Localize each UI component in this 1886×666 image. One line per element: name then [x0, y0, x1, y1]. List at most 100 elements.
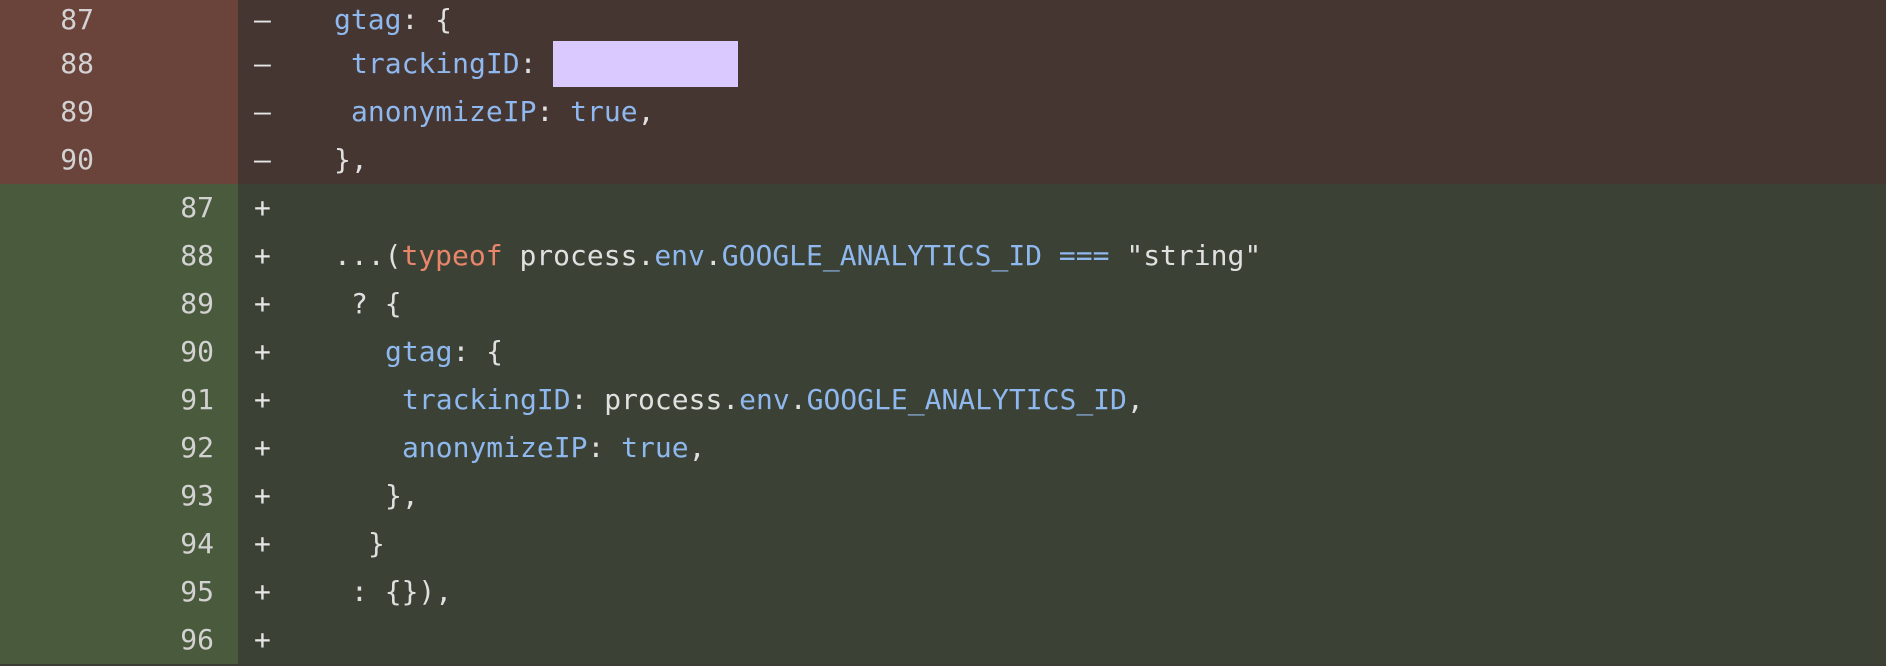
redacted-value — [553, 41, 739, 87]
property-token: gtag — [334, 3, 402, 36]
code-text: trackingID: — [300, 40, 739, 88]
added-line: 89 + ? { — [0, 280, 1886, 328]
code-token: . — [789, 383, 807, 416]
line-number-gutter: 91 — [0, 376, 238, 424]
code-token: "string" — [1109, 239, 1262, 272]
property-token: GOOGLE_ANALYTICS_ID — [721, 239, 1043, 272]
new-line-number: 92 — [180, 431, 214, 464]
added-line: 96 + — [0, 616, 1886, 664]
property-token: trackingID — [402, 383, 571, 416]
property-token: env — [654, 239, 705, 272]
code-token: }, — [334, 143, 368, 176]
deleted-line: 90 –}, — [0, 136, 1886, 184]
deleted-line: 88– trackingID: — [0, 40, 1886, 88]
line-number-gutter: 96 — [0, 616, 238, 664]
plus-marker: + — [254, 431, 271, 464]
code-text: gtag: { — [300, 328, 503, 376]
new-line-number: 93 — [180, 479, 214, 512]
property-token: === — [1058, 239, 1110, 272]
plus-marker: + — [254, 479, 271, 512]
added-line: 92 + anonymizeIP: true, — [0, 424, 1886, 472]
code-token: : { — [452, 335, 504, 368]
new-line-number: 91 — [180, 383, 214, 416]
new-line-number: 96 — [180, 623, 214, 656]
property-token: gtag — [385, 335, 453, 368]
line-number-gutter: 89 — [0, 280, 238, 328]
property-token: trackingID — [351, 47, 520, 80]
old-line-number: 87 — [60, 3, 94, 36]
code-token: : { — [401, 3, 453, 36]
new-line-number: 94 — [180, 527, 214, 560]
line-number-gutter: 87 — [0, 184, 238, 232]
minus-marker: – — [254, 3, 271, 36]
added-line: 87 + — [0, 184, 1886, 232]
line-number-gutter: 87 — [0, 0, 238, 40]
added-line: 90 + gtag: { — [0, 328, 1886, 376]
line-number-gutter: 93 — [0, 472, 238, 520]
line-number-gutter: 88 — [0, 40, 238, 88]
code-text: }, — [300, 136, 368, 184]
new-line-number: 90 — [180, 335, 214, 368]
line-number-gutter: 92 — [0, 424, 238, 472]
new-line-number: 89 — [180, 287, 214, 320]
diff-view: 87– gtag: {88– trackingID: 89– anonymizeIP:… — [0, 0, 1886, 666]
deleted-line: 87– gtag: { — [0, 0, 1886, 40]
added-line: 93 +}, — [0, 472, 1886, 520]
code-token: }, — [385, 479, 419, 512]
old-line-number: 90 — [60, 143, 94, 176]
minus-marker: – — [254, 143, 271, 176]
code-text: ? { — [300, 280, 402, 328]
line-number-gutter: 90 — [0, 328, 238, 376]
code-text: trackingID: process.env.GOOGLE_ANALYTICS… — [300, 376, 1144, 424]
code-token: : — [587, 431, 622, 464]
added-line: 88 + ...(typeof process.env.GOOGLE_ANALYTI… — [0, 232, 1886, 280]
old-line-number: 88 — [60, 47, 94, 80]
new-line-number: 88 — [180, 239, 214, 272]
property-token: anonymizeIP — [402, 431, 588, 464]
minus-marker: – — [254, 95, 271, 128]
property-token: true — [621, 431, 689, 464]
code-text: gtag: { — [300, 0, 452, 40]
added-line: 91 + trackingID: process.env.GOOGLE_ANALYT… — [0, 376, 1886, 424]
keyword-token: typeof — [401, 239, 503, 272]
code-token: : process. — [570, 383, 740, 416]
code-text: anonymizeIP: true, — [300, 88, 654, 136]
code-token: : — [536, 95, 571, 128]
plus-marker: + — [254, 383, 271, 416]
plus-marker: + — [254, 575, 271, 608]
code-text: anonymizeIP: true, — [300, 424, 705, 472]
new-line-number: 95 — [180, 575, 214, 608]
property-token: GOOGLE_ANALYTICS_ID — [806, 383, 1127, 416]
plus-marker: + — [254, 239, 271, 272]
plus-marker: + — [254, 335, 271, 368]
property-token: env — [739, 383, 790, 416]
plus-marker: + — [254, 623, 271, 656]
old-line-number: 89 — [60, 95, 94, 128]
plus-marker: + — [254, 191, 271, 224]
line-number-gutter: 90 — [0, 136, 238, 184]
plus-marker: + — [254, 287, 271, 320]
code-text: }, — [300, 472, 419, 520]
code-token: : — [519, 47, 554, 80]
line-number-gutter: 94 — [0, 520, 238, 568]
code-token: } — [368, 527, 385, 560]
minus-marker: – — [254, 47, 271, 80]
deleted-line: 89– anonymizeIP: true, — [0, 88, 1886, 136]
code-token: , — [1126, 383, 1144, 416]
added-line: 95 + : {}), — [0, 568, 1886, 616]
code-token: process. — [502, 239, 655, 272]
property-token: true — [570, 95, 638, 128]
property-token: anonymizeIP — [351, 95, 537, 128]
code-token: , — [688, 431, 706, 464]
new-line-number: 87 — [180, 191, 214, 224]
plus-marker: + — [254, 527, 271, 560]
code-token: : {}), — [351, 575, 453, 608]
added-line: 94 +} — [0, 520, 1886, 568]
code-text: : {}), — [300, 568, 452, 616]
code-token: . — [704, 239, 722, 272]
code-text: } — [300, 520, 385, 568]
code-text: ...(typeof process.env.GOOGLE_ANALYTICS_… — [300, 232, 1261, 280]
code-token: , — [637, 95, 655, 128]
code-token: ? { — [351, 287, 402, 320]
